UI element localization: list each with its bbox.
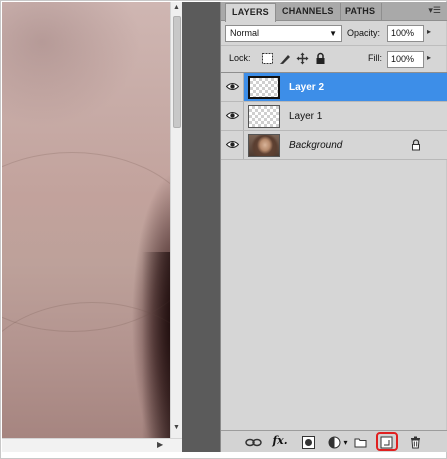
document-canvas[interactable] — [2, 2, 170, 438]
horizontal-scrollbar[interactable]: ▶ — [2, 438, 182, 452]
opacity-label: Opacity: — [347, 28, 381, 38]
fill-field[interactable]: 100% — [387, 51, 424, 68]
lock-all-icon[interactable] — [314, 52, 327, 65]
lock-position-icon[interactable] — [296, 52, 309, 65]
visibility-toggle[interactable] — [221, 73, 244, 101]
panel-tabs: LAYERS CHANNELS PATHS ▾☰ — [221, 2, 447, 22]
layer-row-layer-2[interactable]: Layer 2 — [221, 73, 447, 102]
scroll-down-icon[interactable]: ▼ — [173, 424, 180, 431]
scroll-up-icon[interactable]: ▲ — [173, 4, 180, 11]
layers-panel: LAYERS CHANNELS PATHS ▾☰ Normal ▼ Opacit… — [220, 2, 447, 452]
opacity-slider-icon[interactable]: ▸ — [427, 27, 431, 36]
workspace-background — [182, 2, 220, 452]
add-layer-mask-icon[interactable] — [302, 436, 315, 449]
eye-icon — [226, 112, 239, 119]
layers-panel-footer: fx. ▾ — [221, 430, 447, 452]
layer-thumbnail[interactable] — [248, 76, 280, 99]
opacity-field[interactable]: 100% — [387, 25, 424, 42]
panel-menu-icon[interactable]: ▾☰ — [428, 5, 441, 16]
delete-layer-icon[interactable] — [409, 436, 422, 449]
layer-name[interactable]: Background — [289, 140, 342, 151]
scroll-right-icon[interactable]: ▶ — [157, 440, 163, 449]
layer-name[interactable]: Layer 1 — [289, 111, 322, 122]
chevron-down-icon: ▼ — [329, 29, 337, 38]
lock-transparent-pixels-icon[interactable] — [261, 52, 274, 65]
lock-icon — [412, 139, 420, 151]
layer-thumbnail[interactable] — [248, 105, 280, 128]
divider — [221, 45, 447, 46]
new-layer-button[interactable] — [376, 432, 398, 451]
layer-style-icon[interactable]: fx. — [271, 434, 289, 447]
lock-image-pixels-icon[interactable] — [279, 52, 292, 65]
lock-label: Lock: — [229, 53, 251, 63]
layer-row-background[interactable]: Background — [221, 131, 447, 160]
new-group-folder-icon[interactable] — [354, 436, 367, 449]
layer-row-layer-1[interactable]: Layer 1 — [221, 102, 447, 131]
blend-mode-select[interactable]: Normal ▼ — [225, 25, 342, 42]
layer-thumbnail[interactable] — [248, 134, 280, 157]
blend-mode-value: Normal — [230, 28, 260, 38]
canvas-shadow — [142, 252, 170, 438]
photoshop-window: ▲ ▼ ▶ LAYERS CHANNELS PATHS ▾☰ Normal ▼ … — [0, 0, 447, 459]
visibility-toggle[interactable] — [221, 131, 244, 159]
eye-icon — [226, 83, 239, 90]
vertical-scrollbar[interactable]: ▲ ▼ — [170, 2, 182, 438]
fill-slider-icon[interactable]: ▸ — [427, 53, 431, 62]
chevron-down-icon: ▾ — [343, 438, 348, 447]
layers-list: Layer 2 Layer 1 Background — [221, 72, 447, 160]
fill-label: Fill: — [368, 53, 382, 63]
tab-layers[interactable]: LAYERS — [225, 3, 276, 22]
eye-icon — [226, 141, 239, 148]
link-layers-icon[interactable] — [245, 436, 262, 449]
layer-name[interactable]: Layer 2 — [289, 82, 324, 93]
tab-paths[interactable]: PATHS — [339, 3, 383, 21]
visibility-toggle[interactable] — [221, 102, 244, 130]
tab-channels[interactable]: CHANNELS — [276, 3, 341, 21]
scrollbar-thumb[interactable] — [173, 16, 181, 128]
